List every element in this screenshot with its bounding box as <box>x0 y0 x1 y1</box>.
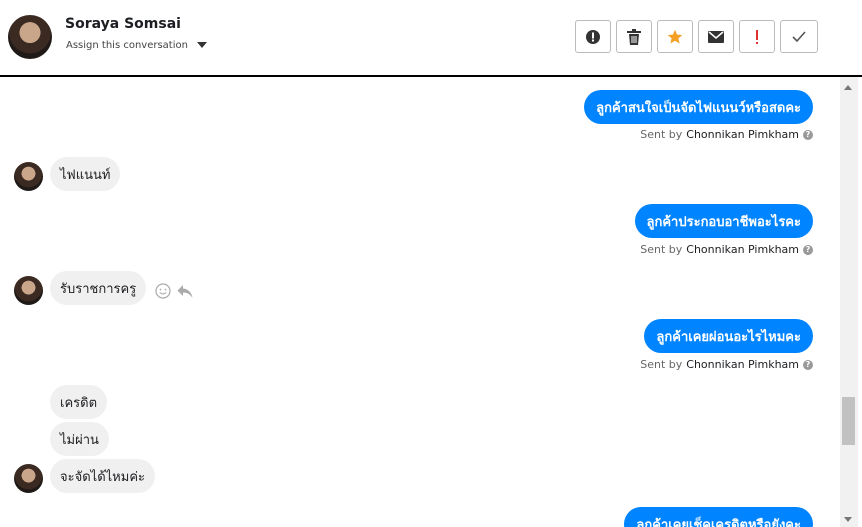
sent-by-label: Sent by <box>640 243 683 256</box>
sent-by-info: Sent by Chonnikan Pimkham ? <box>640 128 813 141</box>
emoji-icon[interactable] <box>155 283 171 299</box>
star-button[interactable] <box>657 20 693 53</box>
delete-button[interactable] <box>616 20 652 53</box>
help-icon[interactable]: ? <box>803 129 813 140</box>
outgoing-message[interactable]: ลูกค้าเคยผ่อนอะไรไหมคะ <box>644 319 813 353</box>
scroll-down-arrow-icon[interactable] <box>844 517 852 522</box>
mark-unread-button[interactable] <box>698 20 734 53</box>
incoming-message[interactable]: รับราชการครู <box>50 271 147 305</box>
assign-conversation-dropdown[interactable]: Assign this conversation <box>66 40 208 51</box>
sent-by-label: Sent by <box>640 358 683 371</box>
check-icon <box>792 30 806 42</box>
contact-avatar <box>14 464 43 493</box>
incoming-message[interactable]: จะจัดได้ไหมค่ะ <box>50 459 155 493</box>
outgoing-message[interactable]: ลูกค้าสนใจเป็นจัดไฟแนนว์หรือสดคะ <box>584 90 813 124</box>
mark-spam-button[interactable] <box>575 20 611 53</box>
reply-icon[interactable] <box>177 283 193 299</box>
incoming-message[interactable]: ไฟแนนท์ <box>50 157 121 191</box>
important-icon <box>756 29 758 44</box>
help-icon[interactable]: ? <box>803 359 813 370</box>
sender-name[interactable]: Chonnikan Pimkham <box>686 358 799 371</box>
contact-avatar <box>14 162 43 191</box>
message-tools <box>155 283 193 299</box>
sender-name[interactable]: Chonnikan Pimkham <box>686 128 799 141</box>
incoming-message[interactable]: เครดิต <box>50 385 108 419</box>
action-toolbar <box>575 20 818 53</box>
mark-important-button[interactable] <box>739 20 775 53</box>
help-icon[interactable]: ? <box>803 244 813 255</box>
sender-name[interactable]: Chonnikan Pimkham <box>686 243 799 256</box>
sent-by-info: Sent by Chonnikan Pimkham ? <box>640 358 813 371</box>
assign-label: Assign this conversation <box>66 40 188 51</box>
contact-name[interactable]: Soraya Somsai <box>65 16 181 32</box>
trash-icon <box>627 28 641 45</box>
contact-avatar <box>14 276 43 305</box>
message-thread[interactable]: ลูกค้าสนใจเป็นจัดไฟแนนว์หรือสดคะ Sent by… <box>0 77 858 527</box>
outgoing-message[interactable]: ลูกค้าประกอบอาชีพอะไรคะ <box>634 204 813 238</box>
envelope-icon <box>708 30 724 43</box>
caret-down-icon <box>197 42 208 48</box>
sent-by-label: Sent by <box>640 128 683 141</box>
scroll-up-arrow-icon[interactable] <box>844 85 852 90</box>
incoming-message[interactable]: ไม่ผ่าน <box>50 422 109 456</box>
star-icon <box>667 29 683 43</box>
conversation-header: Soraya Somsai Assign this conversation <box>0 0 862 77</box>
sent-by-info: Sent by Chonnikan Pimkham ? <box>640 243 813 256</box>
outgoing-message[interactable]: ลูกค้าเคยเช็คเครดิตหรือยังคะ <box>624 507 813 527</box>
scrollbar-thumb[interactable] <box>842 397 855 445</box>
contact-avatar[interactable] <box>8 15 52 59</box>
chat-scrollbar[interactable] <box>840 77 858 527</box>
mark-done-button[interactable] <box>780 20 818 53</box>
alert-circle-icon <box>586 29 600 44</box>
